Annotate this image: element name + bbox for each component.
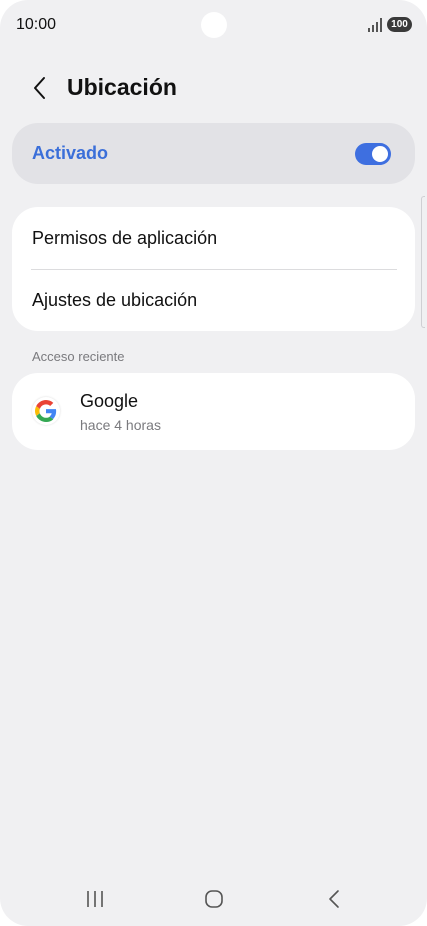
- recent-item-google[interactable]: Google hace 4 horas: [12, 373, 415, 450]
- battery-icon: 100: [387, 17, 412, 32]
- recents-icon: [87, 891, 103, 907]
- menu-item-location-settings[interactable]: Ajustes de ubicación: [12, 269, 415, 331]
- menu-item-label: Ajustes de ubicación: [32, 289, 198, 310]
- page-title: Ubicación: [67, 74, 177, 100]
- menu-item-label: Permisos de aplicación: [32, 227, 218, 248]
- home-icon: [205, 890, 223, 908]
- location-toggle-label: Activado: [32, 143, 109, 163]
- section-label-recent-access: Acceso reciente: [32, 349, 125, 364]
- signal-icon: [368, 18, 382, 32]
- chevron-left-icon: [34, 77, 45, 99]
- switch-knob: [372, 145, 388, 162]
- location-toggle-row[interactable]: Activado: [12, 123, 415, 184]
- camera-cutout: [201, 12, 227, 38]
- home-button[interactable]: [194, 884, 234, 914]
- menu-item-app-permissions[interactable]: Permisos de aplicación: [12, 207, 415, 269]
- settings-menu: Permisos de aplicación Ajustes de ubicac…: [12, 207, 415, 331]
- google-icon: [32, 397, 60, 425]
- back-button[interactable]: [24, 72, 56, 104]
- recents-button[interactable]: [75, 884, 115, 914]
- header: Ubicación: [0, 66, 427, 110]
- location-switch[interactable]: [355, 142, 391, 165]
- status-time: 10:00: [16, 16, 57, 33]
- scroll-indicator: [421, 196, 425, 328]
- battery-level: 100: [391, 19, 408, 30]
- nav-back-button[interactable]: [314, 884, 354, 914]
- navigation-bar: [0, 872, 427, 926]
- recent-app-name: Google: [80, 391, 139, 411]
- status-bar: 10:00 100: [0, 0, 427, 50]
- back-icon: [329, 890, 339, 908]
- screen: 10:00 100 Ubicación Activado Permisos de…: [0, 0, 427, 926]
- recent-app-time: hace 4 horas: [80, 417, 161, 433]
